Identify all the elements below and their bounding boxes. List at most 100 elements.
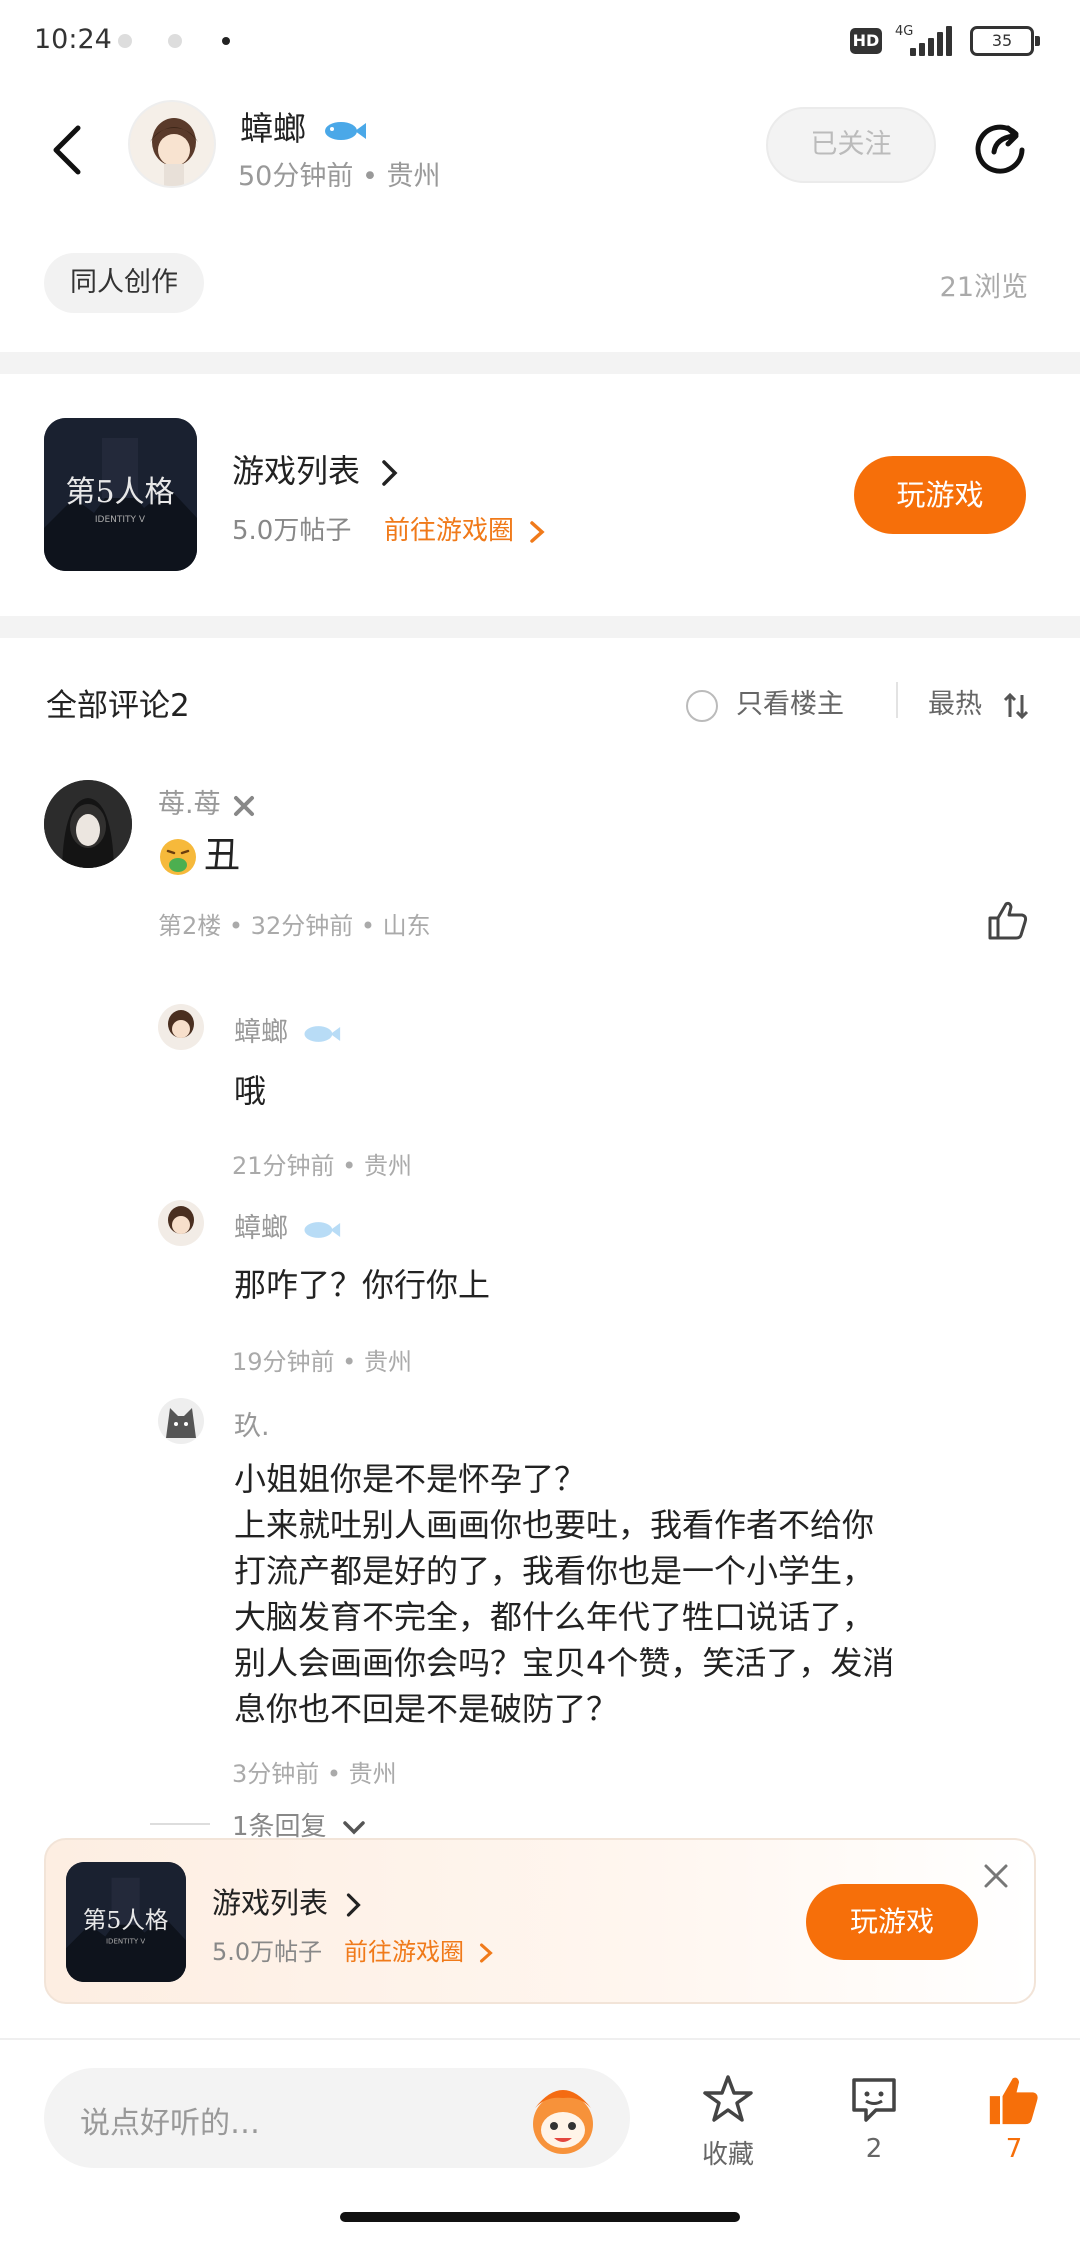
comment-text-row: 丑 [158, 826, 240, 878]
reply-text-line: 大脑发育不完全，都什么年代了牲口说话了， [234, 1598, 875, 1636]
chevron-right-icon [347, 1893, 361, 1917]
reply-name[interactable]: 玖. [234, 1404, 270, 1443]
avatar-illustration [166, 1408, 196, 1438]
play-game-button[interactable]: 玩游戏 [854, 456, 1026, 534]
reply-meta: 19分钟前 • 贵州 [232, 1348, 412, 1376]
goto-game-circle-label[interactable]: 前往游戏圈 [344, 1938, 464, 1966]
back-arrow-icon[interactable] [44, 120, 92, 180]
reply-avatar[interactable] [158, 1004, 204, 1050]
game-icon[interactable]: 第5人格 IDENTITY V [44, 418, 197, 571]
chevron-right-icon [382, 460, 398, 486]
chevron-right-icon [530, 520, 545, 543]
status-bar: 10:24 HD 4G 35 [0, 0, 1080, 80]
reply-name[interactable]: 蟑螂 [234, 1213, 288, 1244]
only-op-label: 只看楼主 [736, 689, 844, 720]
like-count: 7 [1005, 2134, 1023, 2164]
game-list-link[interactable]: 游戏列表 [232, 446, 400, 492]
vomit-emoji-icon [160, 839, 196, 875]
follow-button[interactable]: 已关注 [766, 107, 936, 183]
comment-bubble-icon [852, 2078, 896, 2122]
close-icon[interactable] [980, 1860, 1012, 1892]
battery-icon: 35 [970, 26, 1040, 56]
author-name[interactable]: 蟑螂 [240, 109, 306, 148]
avatar-illustration [168, 1206, 194, 1234]
game-list-link[interactable]: 游戏列表 [212, 1880, 363, 1922]
fish-badge-icon [324, 121, 366, 140]
avatar-illustration [168, 1010, 194, 1038]
reply-text-block: 小姐姐你是不是怀孕了？ 上来就吐别人画画你也要吐，我看作者不给你 打流产都是好的… [234, 1456, 894, 1732]
like-button[interactable]: 7 [954, 2072, 1074, 2164]
thumbs-up-filled-icon [989, 2077, 1038, 2125]
favorite-button[interactable]: 收藏 [668, 2072, 788, 2171]
reply-avatar[interactable] [158, 1200, 204, 1246]
game-post-count: 5.0万帖子 [212, 1938, 323, 1966]
reply-name-row[interactable]: 蟑螂 [234, 1010, 341, 1049]
divider [0, 2038, 1080, 2040]
chevron-right-icon [479, 1943, 493, 1963]
game-logo-subtitle: IDENTITY V [95, 515, 146, 525]
game-logo-icon: 第5人格 IDENTITY V [44, 418, 197, 571]
author-meta: 50分钟前 • 贵州 [238, 161, 441, 192]
divider [0, 616, 1080, 638]
reply-avatar[interactable] [158, 1398, 204, 1444]
game-post-count: 5.0万帖子 [232, 516, 352, 546]
game-icon[interactable]: 第5人格 IDENTITY V [66, 1862, 186, 1982]
reply-text-line: 别人会画画你会吗？宝贝4个赞，笑活了，发消 [234, 1644, 895, 1682]
star-icon [703, 2075, 753, 2122]
notification-icon [118, 34, 132, 48]
home-indicator[interactable] [340, 2212, 740, 2222]
reply-name-row[interactable]: 蟑螂 [234, 1206, 341, 1245]
commenter-name-row[interactable]: 苺.苺 [158, 782, 255, 821]
game-logo-subtitle: IDENTITY V [106, 1937, 145, 1946]
hd-icon: HD [850, 28, 882, 54]
goto-game-circle[interactable]: 前往游戏圈 [344, 1932, 494, 1967]
comment-count-button[interactable]: 2 [814, 2072, 934, 2164]
divider [896, 682, 898, 718]
game-logo-text: 第5人格 [65, 475, 174, 510]
only-op-toggle[interactable]: 只看楼主 [686, 682, 844, 722]
goto-game-circle-label[interactable]: 前往游戏圈 [384, 516, 514, 546]
reply-text: 那咋了？你行你上 [234, 1266, 491, 1304]
radio-icon[interactable] [686, 689, 718, 722]
reply-name[interactable]: 蟑螂 [234, 1017, 288, 1048]
floating-game-card[interactable]: 第5人格 IDENTITY V 游戏列表 5.0万帖子 前往游戏圈 玩游戏 [44, 1838, 1036, 2004]
fish-badge-icon [304, 1025, 340, 1042]
author-avatar[interactable] [128, 100, 216, 188]
notification-icon [168, 34, 182, 48]
reply-meta: 21分钟前 • 贵州 [232, 1152, 412, 1180]
signal-icon [910, 26, 955, 56]
thumbs-up-icon[interactable] [986, 898, 1030, 942]
comment-text: 丑 [204, 835, 241, 876]
share-icon[interactable] [970, 114, 1030, 174]
reply-text-line: 打流产都是好的了，我看你也是一个小学生， [234, 1552, 875, 1590]
goto-game-circle[interactable]: 前往游戏圈 [384, 510, 546, 547]
author-name-row[interactable]: 蟑螂 [240, 102, 367, 150]
comment-input-placeholder: 说点好听的… [80, 2106, 260, 2141]
divider [150, 1823, 210, 1825]
dot-icon [222, 37, 230, 45]
reply-text-line: 息你也不回是不是破防了？ [234, 1690, 619, 1728]
mascot-emoji-icon[interactable] [520, 2078, 606, 2164]
avatar-illustration [150, 118, 198, 186]
comments-header: 全部评论2 [46, 688, 190, 724]
reply-text-line: 上来就吐别人画画你也要吐，我看作者不给你 [234, 1506, 875, 1544]
commenter-name[interactable]: 苺.苺 [158, 789, 221, 820]
play-game-button[interactable]: 玩游戏 [806, 1884, 978, 1960]
game-title[interactable]: 游戏列表 [212, 1886, 328, 1920]
favorite-label: 收藏 [701, 2140, 754, 2170]
comment-count: 2 [865, 2134, 883, 2164]
reply-text-line: 小姐姐你是不是怀孕了？ [234, 1460, 587, 1498]
topic-tag[interactable]: 同人创作 [44, 253, 204, 313]
game-logo-icon: 第5人格 IDENTITY V [66, 1862, 186, 1982]
reply-text: 哦 [234, 1072, 267, 1110]
avatar-illustration [44, 780, 132, 868]
game-title[interactable]: 游戏列表 [232, 452, 360, 490]
sort-toggle[interactable]: 最热 [928, 682, 1031, 721]
commenter-avatar[interactable] [44, 780, 132, 868]
gender-icon [234, 795, 255, 816]
view-count: 21浏览 [939, 272, 1028, 303]
divider [0, 352, 1080, 374]
status-time: 10:24 [34, 24, 112, 55]
reply-meta: 3分钟前 • 贵州 [232, 1760, 397, 1788]
game-logo-text: 第5人格 [83, 1906, 169, 1934]
